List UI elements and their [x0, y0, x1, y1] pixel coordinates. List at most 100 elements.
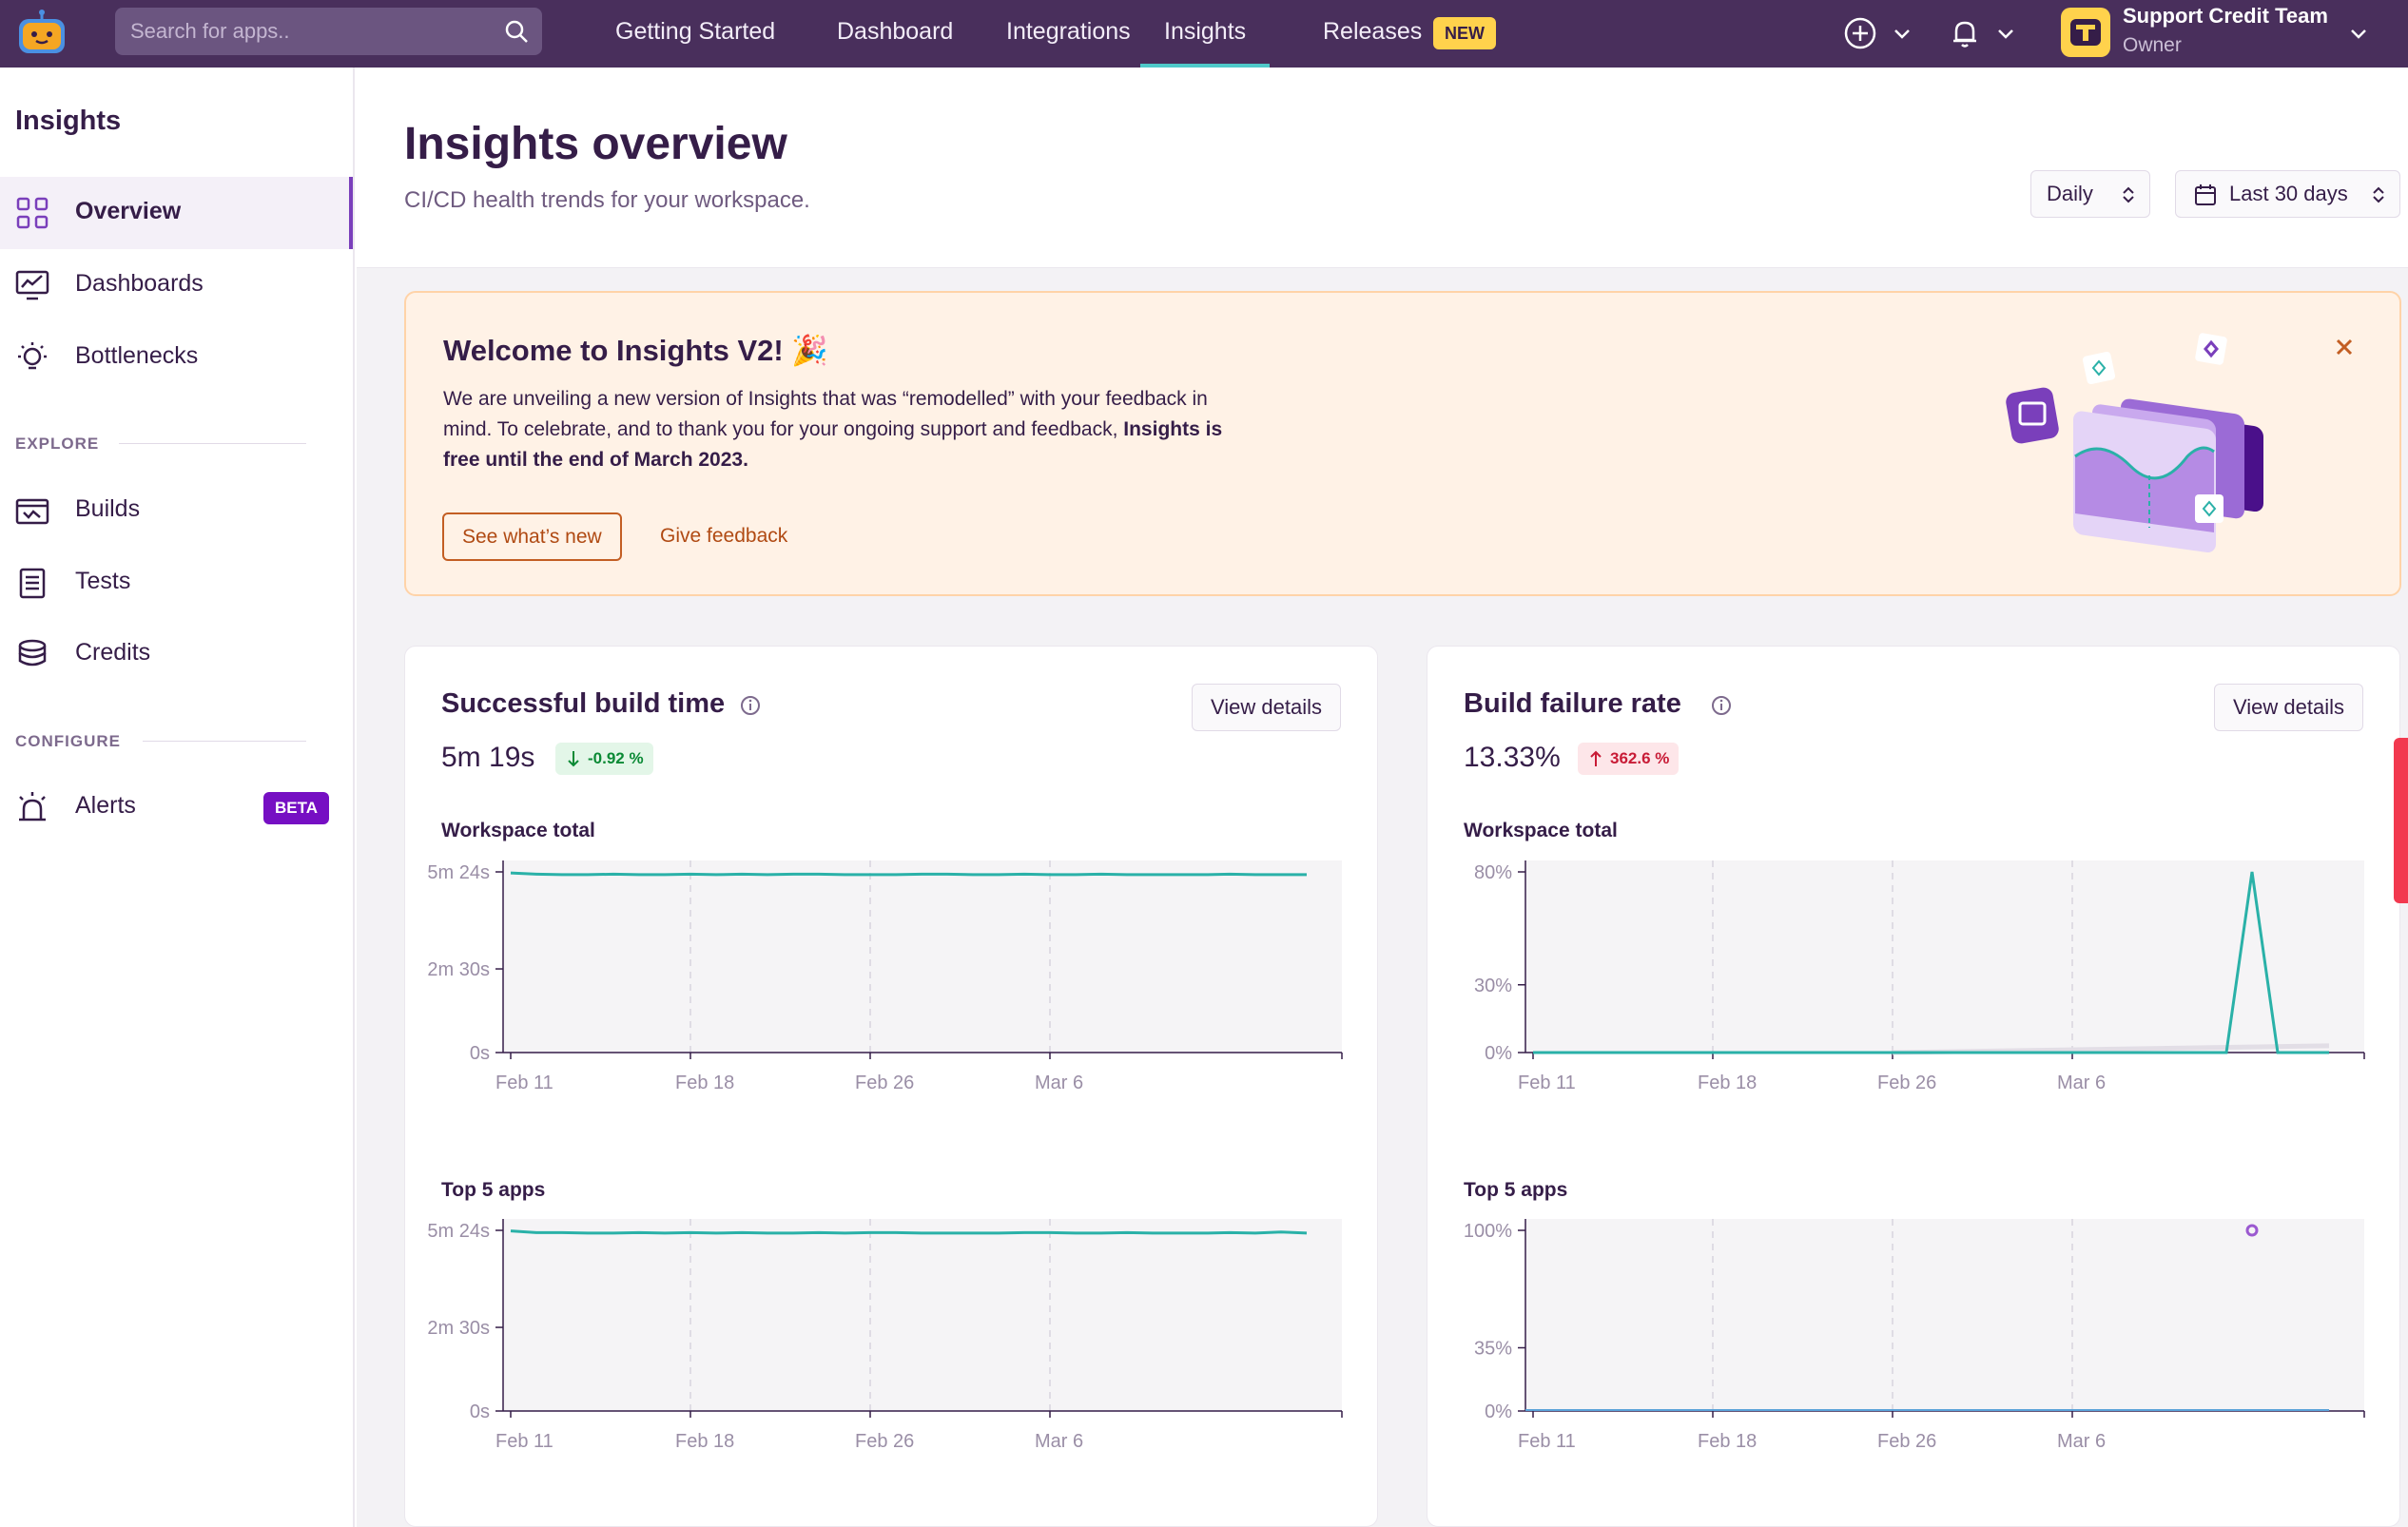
sidebar-item-label: Credits: [75, 639, 151, 666]
banner-title: Welcome to Insights V2! 🎉: [443, 334, 828, 367]
view-details-button[interactable]: View details: [2214, 684, 2363, 731]
plot-area: [1525, 860, 2364, 1053]
lightbulb-icon: [18, 342, 47, 370]
page-subtitle: CI/CD health trends for your workspace.: [404, 187, 810, 213]
nav-dashboard[interactable]: Dashboard: [837, 0, 953, 68]
card-title: Successful build time: [441, 688, 726, 719]
sidebar-item-tests[interactable]: Tests: [0, 547, 353, 619]
sidebar-item-label: Alerts: [75, 792, 136, 819]
search-box[interactable]: [115, 8, 542, 55]
workspace-logo-icon: [2070, 19, 2101, 46]
see-whats-new-button[interactable]: See what’s new: [442, 512, 622, 561]
x-tick-label: Feb 11: [495, 1073, 553, 1093]
account-name[interactable]: Support Credit Team: [2123, 4, 2328, 29]
x-tick-label: Feb 18: [1698, 1073, 1757, 1093]
x-tick-label: Feb 26: [855, 1073, 914, 1093]
section-label-explore: EXPLORE: [15, 435, 100, 453]
sidebar-item-bottlenecks[interactable]: Bottlenecks: [0, 321, 353, 394]
plot-area: [1525, 1219, 2364, 1411]
search-icon[interactable]: [504, 19, 529, 44]
y-tick-label: 0s: [470, 1043, 490, 1064]
section-label-top-5-apps: Top 5 apps: [441, 1179, 546, 1201]
divider: [143, 741, 306, 742]
date-range-value: Last 30 days: [2229, 182, 2348, 205]
card-title: Build failure rate: [1464, 688, 1681, 719]
add-circle-icon[interactable]: [1842, 15, 1878, 51]
x-tick-label: Mar 6: [2057, 1431, 2106, 1452]
x-tick-label: Mar 6: [1035, 1431, 1083, 1452]
feedback-tab[interactable]: [2394, 738, 2408, 903]
section-label-workspace-total: Workspace total: [1464, 820, 1618, 841]
sidebar-item-credits[interactable]: Credits: [0, 618, 353, 690]
x-tick-label: Feb 11: [1518, 1073, 1576, 1093]
y-tick-label: 100%: [1464, 1221, 1512, 1242]
workspace-build-time-chart: Feb 11 Feb 18 Feb 26 Mar 6 5m 24s 2m 30s 0s: [427, 860, 1343, 1093]
x-tick-label: Feb 18: [675, 1431, 734, 1452]
granularity-select[interactable]: Daily: [2030, 170, 2150, 218]
bell-icon[interactable]: [1947, 15, 1983, 51]
workspace-failure-rate-chart: Feb 11 Feb 18 Feb 26 Mar 6 80% 30% 0%: [1474, 860, 2365, 1093]
give-feedback-link[interactable]: Give feedback: [660, 525, 787, 548]
delta-badge: -0.92 %: [555, 743, 653, 775]
sidebar-item-alerts[interactable]: Alerts BETA: [0, 771, 353, 843]
bitrise-logo-icon[interactable]: [15, 10, 68, 57]
delta-value: 362.6 %: [1610, 749, 1670, 767]
date-range-select[interactable]: Last 30 days: [2175, 170, 2400, 218]
siren-icon: [19, 792, 46, 821]
close-icon[interactable]: [2328, 331, 2360, 363]
banner-body: We are unveiling a new version of Insigh…: [443, 384, 1223, 475]
sidebar-title: Insights: [15, 106, 122, 136]
sidebar-item-label: Overview: [75, 198, 182, 224]
account-role: Owner: [2123, 34, 2182, 56]
metric-value: 13.33%: [1464, 742, 1561, 773]
x-tick-label: Feb 26: [855, 1431, 914, 1452]
arrow-down-icon: [568, 751, 579, 767]
top-apps-failure-rate-chart: Feb 11 Feb 18 Feb 26 Mar 6 100% 35% 0%: [1464, 1219, 2365, 1452]
monitor-chart-icon: [15, 270, 49, 300]
y-tick-label: 5m 24s: [427, 862, 490, 883]
nav-getting-started[interactable]: Getting Started: [615, 0, 775, 68]
sidebar-item-label: Dashboards: [75, 270, 204, 297]
view-details-button[interactable]: View details: [1192, 684, 1341, 731]
nav-integrations[interactable]: Integrations: [1006, 0, 1131, 68]
x-tick-label: Mar 6: [2057, 1073, 2106, 1093]
info-icon[interactable]: [1710, 694, 1733, 717]
grid-icon: [16, 197, 49, 229]
workspace-avatar[interactable]: [2061, 8, 2110, 57]
x-tick-label: Feb 26: [1877, 1073, 1936, 1093]
select-arrows-icon: [2123, 186, 2134, 203]
series-line: [510, 871, 1307, 877]
sidebar-item-label: Bottlenecks: [75, 342, 199, 369]
metric-value: 5m 19s: [441, 742, 535, 773]
top-apps-build-time-chart: Feb 11 Feb 18 Feb 26 Mar 6 5m 24s 2m 30s 0s: [427, 1219, 1343, 1452]
arrow-up-icon: [1590, 750, 1602, 766]
new-badge: NEW: [1433, 17, 1496, 49]
nav-insights[interactable]: Insights: [1140, 0, 1271, 68]
x-tick-label: Feb 18: [1698, 1431, 1757, 1452]
banner-body-text: We are unveiling a new version of Insigh…: [443, 388, 1208, 440]
insights-illustration-icon: [2006, 333, 2263, 553]
nav-releases[interactable]: Releases: [1323, 0, 1422, 68]
coin-stack-icon: [18, 639, 47, 667]
y-tick-label: 5m 24s: [427, 1221, 490, 1242]
x-tick-label: Feb 11: [495, 1431, 553, 1452]
section-label-workspace-total: Workspace total: [441, 820, 595, 841]
successful-build-time-card: Successful build time View details 5m 19…: [404, 646, 1378, 1527]
select-arrows-icon: [2373, 186, 2384, 203]
chevron-down-icon[interactable]: [1892, 23, 1913, 44]
sidebar-item-overview[interactable]: Overview: [0, 177, 353, 249]
y-tick-label: 2m 30s: [427, 959, 490, 980]
y-tick-label: 80%: [1474, 862, 1512, 883]
section-label-top-5-apps: Top 5 apps: [1464, 1179, 1568, 1201]
search-input[interactable]: [115, 8, 542, 55]
chevron-down-icon[interactable]: [1995, 23, 2016, 44]
info-icon[interactable]: [739, 694, 762, 717]
y-tick-label: 0s: [470, 1401, 490, 1422]
x-tick-label: Feb 18: [675, 1073, 734, 1093]
sidebar-item-builds[interactable]: Builds: [0, 474, 353, 547]
x-tick-label: Feb 11: [1518, 1431, 1576, 1452]
page-header: Insights overview CI/CD health trends fo…: [357, 68, 2408, 268]
y-tick-label: 0%: [1485, 1401, 1512, 1422]
sidebar-item-dashboards[interactable]: Dashboards: [0, 249, 353, 321]
chevron-down-icon[interactable]: [2348, 23, 2369, 44]
